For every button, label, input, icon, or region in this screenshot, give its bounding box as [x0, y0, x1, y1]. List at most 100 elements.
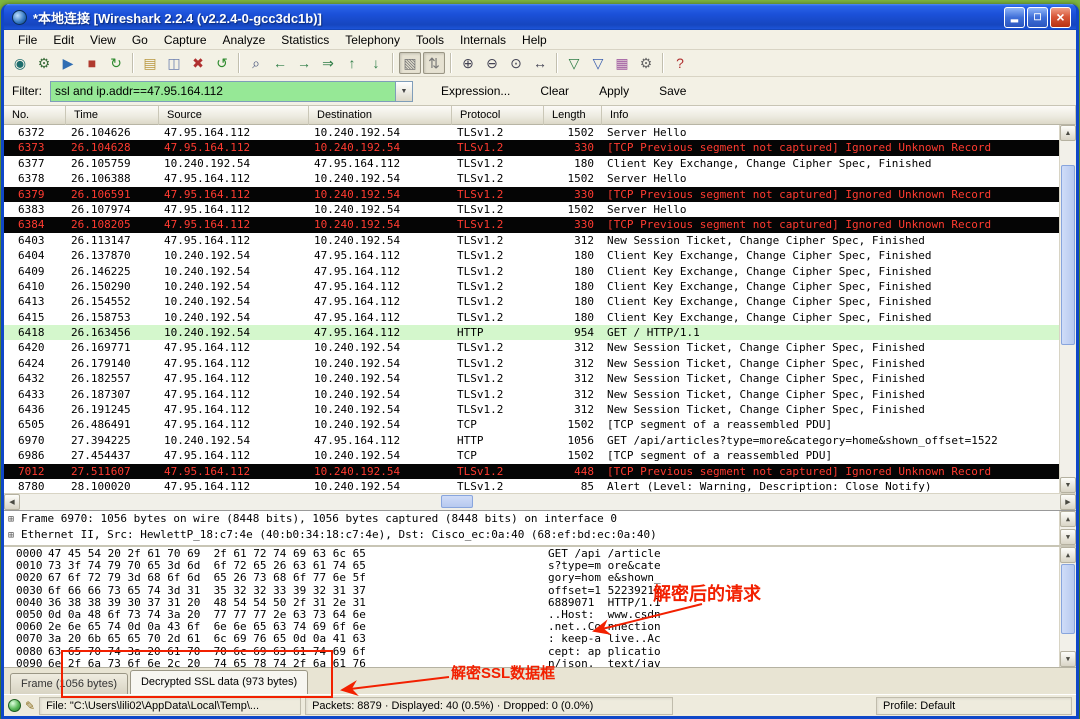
packet-row[interactable]: 6379 26.106591 47.95.164.112 10.240.192.54 T… [4, 186, 1059, 202]
interface-list-icon[interactable]: ◉ [9, 52, 31, 74]
menu-item-capture[interactable]: Capture [156, 31, 215, 49]
packet-row[interactable]: 8780 28.100020 47.95.164.112 10.240.192.54 T… [4, 478, 1059, 493]
minimize-button[interactable]: ▂ [1004, 6, 1025, 28]
hex-row[interactable]: 0090 6e 2f 6a 73 6f 6e 2c 20 74 65 78 74 … [4, 657, 1059, 667]
hex-row[interactable]: 0080 63 65 70 74 3a 20 61 70 70 6c 69 63 … [4, 645, 1059, 658]
column-header-no[interactable]: No. [4, 106, 66, 125]
scroll-left-button[interactable]: ◀ [4, 494, 20, 510]
preferences-icon[interactable]: ⚙ [635, 52, 657, 74]
auto-scroll-icon[interactable]: ⇅ [423, 52, 445, 74]
scroll-down-button[interactable]: ▼ [1060, 651, 1076, 667]
menu-item-view[interactable]: View [82, 31, 124, 49]
scroll-down-button[interactable]: ▼ [1060, 529, 1076, 545]
byte-tab-frame[interactable]: Frame (1056 bytes) [10, 673, 128, 694]
packet-row[interactable]: 6432 26.182557 47.95.164.112 10.240.192.54 T… [4, 371, 1059, 387]
expander-icon[interactable]: ⊞ [8, 512, 21, 528]
filter-button-clear[interactable]: Clear [530, 81, 579, 101]
details-scrollbar[interactable]: ▲ ▼ [1059, 511, 1076, 545]
packet-row[interactable]: 6433 26.187307 47.95.164.112 10.240.192.54 T… [4, 386, 1059, 403]
titlebar[interactable]: *本地连接 [Wireshark 2.2.4 (v2.2.4-0-gcc3dc1… [4, 4, 1076, 30]
column-header-info[interactable]: Info [602, 106, 1076, 125]
zoom-out-icon[interactable]: ⊖ [481, 52, 503, 74]
menu-item-tools[interactable]: Tools [408, 31, 452, 49]
file-open-icon[interactable]: ▤ [139, 52, 161, 74]
detail-line[interactable]: ⊞ Ethernet II, Src: HewlettP_18:c7:4e (40… [4, 527, 1059, 543]
file-save-icon[interactable]: ◫ [163, 52, 185, 74]
scroll-down-button[interactable]: ▼ [1060, 477, 1076, 493]
packet-row[interactable]: 6377 26.105759 10.240.192.54 47.95.164.112 T… [4, 155, 1059, 172]
capture-start-icon[interactable]: ▶ [57, 52, 79, 74]
scroll-up-button[interactable]: ▲ [1060, 547, 1076, 563]
menu-item-edit[interactable]: Edit [45, 31, 82, 49]
column-header-length[interactable]: Length [544, 106, 602, 125]
filter-button-apply[interactable]: Apply [589, 81, 639, 101]
column-header-destination[interactable]: Destination [309, 106, 452, 125]
filter-button-save[interactable]: Save [649, 81, 696, 101]
go-forward-icon[interactable]: → [293, 52, 315, 74]
menu-item-go[interactable]: Go [124, 31, 156, 49]
close-button[interactable]: × [1050, 6, 1071, 28]
file-reload-icon[interactable]: ↺ [211, 52, 233, 74]
zoom-normal-icon[interactable]: ⊙ [505, 52, 527, 74]
zoom-in-icon[interactable]: ⊕ [457, 52, 479, 74]
capture-restart-icon[interactable]: ↻ [105, 52, 127, 74]
menu-item-help[interactable]: Help [514, 31, 555, 49]
file-close-icon[interactable]: ✖ [187, 52, 209, 74]
column-header-source[interactable]: Source [159, 106, 309, 125]
packet-row[interactable]: 6418 26.163456 10.240.192.54 47.95.164.112 H… [4, 325, 1059, 341]
packet-row[interactable]: 6378 26.106388 47.95.164.112 10.240.192.54 T… [4, 171, 1059, 187]
display-filters-icon[interactable]: ▽ [587, 52, 609, 74]
scrollbar-thumb[interactable] [1061, 564, 1075, 634]
coloring-rules-icon[interactable]: ▦ [611, 52, 633, 74]
capture-comment-icon[interactable]: ✎ [25, 699, 35, 713]
go-to-top-icon[interactable]: ↑ [341, 52, 363, 74]
packet-row[interactable]: 6420 26.169771 47.95.164.112 10.240.192.54 T… [4, 340, 1059, 356]
expander-icon[interactable]: ⊞ [8, 528, 21, 544]
packet-row[interactable]: 6436 26.191245 47.95.164.112 10.240.192.54 T… [4, 402, 1059, 418]
packet-row[interactable]: 6384 26.108205 47.95.164.112 10.240.192.54 T… [4, 217, 1059, 233]
packet-row[interactable]: 6413 26.154552 10.240.192.54 47.95.164.112 T… [4, 294, 1059, 310]
packet-list-scrollbar[interactable]: ▲ ▼ [1059, 125, 1076, 493]
byte-tab-decrypted-ssl-data[interactable]: Decrypted SSL data (973 bytes) [129, 670, 309, 694]
help-icon[interactable]: ? [669, 52, 691, 74]
packet-row[interactable]: 6373 26.104628 47.95.164.112 10.240.192.54 T… [4, 140, 1059, 156]
packet-row[interactable]: 6403 26.113147 47.95.164.112 10.240.192.54 T… [4, 232, 1059, 249]
filter-input[interactable] [50, 80, 396, 102]
hex-scrollbar[interactable]: ▲ ▼ [1059, 547, 1076, 667]
packet-row[interactable]: 7012 27.511607 47.95.164.112 10.240.192.54 T… [4, 463, 1059, 479]
column-header-protocol[interactable]: Protocol [452, 106, 544, 125]
capture-options-icon[interactable]: ⚙ [33, 52, 55, 74]
packet-row[interactable]: 6409 26.146225 10.240.192.54 47.95.164.112 T… [4, 263, 1059, 279]
colorize-list-icon[interactable]: ▧ [399, 52, 421, 74]
find-packet-icon[interactable]: ⌕ [245, 52, 267, 74]
resize-columns-icon[interactable]: ↔ [529, 52, 551, 74]
hex-row[interactable]: 0030 6f 66 66 73 65 74 3d 31 35 32 32 33 … [4, 584, 1059, 597]
go-to-packet-icon[interactable]: ⇒ [317, 52, 339, 74]
go-back-icon[interactable]: ← [269, 52, 291, 74]
packet-row[interactable]: 6383 26.107974 47.95.164.112 10.240.192.54 T… [4, 201, 1059, 218]
menu-item-statistics[interactable]: Statistics [273, 31, 337, 49]
packet-row[interactable]: 6986 27.454437 47.95.164.112 10.240.192.54 T… [4, 448, 1059, 464]
packet-row[interactable]: 6424 26.179140 47.95.164.112 10.240.192.54 T… [4, 355, 1059, 372]
menu-item-internals[interactable]: Internals [452, 31, 514, 49]
expert-info-icon[interactable] [8, 699, 21, 712]
column-header-time[interactable]: Time [66, 106, 159, 125]
scrollbar-thumb[interactable] [1061, 165, 1075, 345]
go-to-bottom-icon[interactable]: ↓ [365, 52, 387, 74]
scroll-right-button[interactable]: ▶ [1060, 494, 1076, 510]
filter-dropdown-button[interactable]: ▼ [396, 80, 413, 102]
scroll-up-button[interactable]: ▲ [1060, 125, 1076, 141]
packet-row[interactable]: 6970 27.394225 10.240.192.54 47.95.164.112 H… [4, 432, 1059, 449]
packet-row[interactable]: 6410 26.150290 10.240.192.54 47.95.164.112 T… [4, 278, 1059, 295]
packet-row[interactable]: 6505 26.486491 47.95.164.112 10.240.192.54 T… [4, 417, 1059, 433]
packet-row[interactable]: 6372 26.104626 47.95.164.112 10.240.192.54 T… [4, 125, 1059, 141]
maximize-button[interactable]: ☐ [1027, 6, 1048, 28]
hex-row[interactable]: 0070 3a 20 6b 65 65 70 2d 61 6c 69 76 65 … [4, 633, 1059, 645]
filter-button-expression[interactable]: Expression... [431, 81, 520, 101]
menu-item-analyze[interactable]: Analyze [215, 31, 274, 49]
detail-line[interactable]: ⊞ Frame 6970: 1056 bytes on wire (8448 bi… [4, 511, 1059, 527]
capture-filters-icon[interactable]: ▽ [563, 52, 585, 74]
packet-row[interactable]: 6415 26.158753 10.240.192.54 47.95.164.112 T… [4, 309, 1059, 326]
packet-row[interactable]: 6404 26.137870 10.240.192.54 47.95.164.112 T… [4, 248, 1059, 264]
horizontal-scrollbar[interactable]: ◀ ▶ [4, 493, 1076, 510]
